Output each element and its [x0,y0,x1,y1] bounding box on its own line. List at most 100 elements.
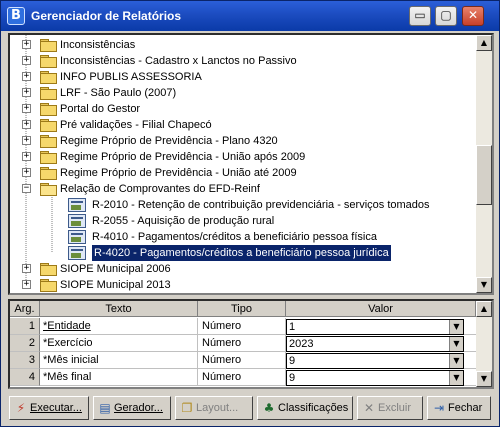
scroll-up-arrow-icon[interactable]: ▲ [476,35,492,51]
close-button[interactable]: ✕ [462,6,484,26]
expand-plus-icon[interactable]: + [22,152,31,161]
fechar-label: Fechar [448,402,483,414]
arg-value-combobox[interactable]: 2023 ▼ [286,336,464,352]
column-header-texto: Texto [40,301,198,317]
window-title: Gerenciador de Relatórios [31,9,182,23]
dropdown-arrow-icon[interactable]: ▼ [449,354,463,368]
arg-value-combobox[interactable]: 9 ▼ [286,353,464,369]
users-icon: ♣ [263,401,275,415]
gerador-button[interactable]: ▤ Gerador... [93,396,171,420]
title-bar[interactable]: B Gerenciador de Relatórios ▭ ▢ ✕ [1,1,499,31]
tree-item[interactable]: R-2010 - Retenção de contribuição previd… [10,197,478,213]
grid-scroll-up-arrow-icon[interactable]: ▲ [476,301,492,317]
classificacoes-label: Classificações [278,402,349,414]
folder-icon [40,167,57,180]
tree-item[interactable]: + Pré validações - Filial Chapecó [10,117,478,133]
tree-item-label: R-4020 - Pagamentos/créditos a beneficiá… [91,244,392,262]
expand-plus-icon[interactable]: + [22,264,31,273]
expand-plus-icon[interactable]: + [22,88,31,97]
layout-icon: ❐ [181,401,193,415]
layout-button[interactable]: ❐ Layout... [175,396,253,420]
folder-icon [40,263,57,276]
tree-item[interactable]: + Portal do Gestor [10,101,478,117]
tree-item[interactable]: + Regime Próprio de Previdência - União a… [10,165,478,181]
grid-scroll-down-arrow-icon[interactable]: ▼ [476,371,492,387]
tree-item[interactable]: + INFO PUBLIS ASSESSORIA [10,69,478,85]
tree-item[interactable]: + SIOPE Municipal 2006 [10,261,478,277]
arg-value-combobox[interactable]: 9 ▼ [286,370,464,386]
tree-item-label: INFO PUBLIS ASSESSORIA [60,71,202,83]
grid-vertical-scrollbar[interactable]: ▲ ▼ [476,301,492,387]
maximize-button[interactable]: ▢ [435,6,457,26]
tree-item[interactable]: R-4020 - Pagamentos/créditos a beneficiá… [10,244,478,262]
report-manager-window: B Gerenciador de Relatórios ▭ ▢ ✕ + Incon… [0,0,500,427]
tree-item-label: R-2010 - Retenção de contribuição previd… [92,199,430,211]
arg-text: *Entidade [40,318,198,335]
tree-item-label: Inconsistências [60,39,136,51]
dropdown-arrow-icon[interactable]: ▼ [449,371,463,385]
folder-icon [40,39,57,52]
collapse-minus-icon[interactable]: − [22,184,31,193]
folder-icon [40,87,57,100]
column-header-arg: Arg. [10,301,40,317]
arg-number: 3 [10,352,40,369]
tree-item-label: Relação de Comprovantes do EFD-Reinf [60,183,260,195]
tree-item[interactable]: + Inconsistências [10,37,478,53]
excluir-label: Excluir [378,402,412,414]
arg-text: *Mês final [40,369,198,386]
dropdown-arrow-icon[interactable]: ▼ [449,320,463,334]
tree-item-label: Regime Próprio de Previdência - União ap… [60,151,306,163]
folder-icon [40,279,57,292]
tree-item[interactable]: R-4010 - Pagamentos/créditos a beneficiá… [10,229,478,245]
arg-type: Número [198,352,286,369]
executar-button[interactable]: ⚡ Executar... [9,396,89,420]
tree-item-label: LRF - São Paulo (2007) [60,87,177,99]
tree-item[interactable]: + LRF - São Paulo (2007) [10,85,478,101]
folder-icon [40,135,57,148]
report-icon [68,198,86,212]
dropdown-arrow-icon[interactable]: ▼ [449,337,463,351]
classificacoes-button[interactable]: ♣ Classificações [257,396,353,420]
fechar-button[interactable]: ⇥ Fechar [427,396,491,420]
tree-item-label: SIOPE Municipal 2013 [60,279,171,291]
exit-door-icon: ⇥ [433,401,445,415]
column-header-valor: Valor [286,301,476,317]
scroll-down-arrow-icon[interactable]: ▼ [476,277,492,293]
tree-vertical-scrollbar[interactable]: ▲ ▼ [476,35,492,293]
arg-value: 2023 [289,338,314,350]
delete-x-icon: ✕ [363,401,375,415]
tree-item[interactable]: + Regime Próprio de Previdência - União a… [10,149,478,165]
tree-item[interactable]: + Inconsistências - Cadastro x Lanctos no… [10,53,478,69]
expand-plus-icon[interactable]: + [22,280,31,289]
expand-plus-icon[interactable]: + [22,120,31,129]
excluir-button[interactable]: ✕ Excluir [357,396,423,420]
tree-item-label: Regime Próprio de Previdência - Plano 43… [60,135,278,147]
expand-plus-icon[interactable]: + [22,104,31,113]
arg-text: *Exercício [40,335,198,352]
tree-item[interactable]: + SIOPE Municipal 2013 [10,277,478,293]
tree-item[interactable]: R-2055 - Aquisição de produção rural [10,213,478,229]
folder-icon [40,119,57,132]
app-icon: B [7,7,25,25]
arg-value-combobox[interactable]: 1 ▼ [286,319,464,335]
arg-type: Número [198,335,286,352]
arg-text: *Mês inicial [40,352,198,369]
tree-item[interactable]: − Relação de Comprovantes do EFD-Reinf [10,181,478,197]
tree-item-label: Regime Próprio de Previdência - União at… [60,167,297,179]
expand-plus-icon[interactable]: + [22,40,31,49]
report-icon [68,246,86,260]
tree-item[interactable]: + Regime Próprio de Previdência - Plano 4… [10,133,478,149]
report-icon [68,230,86,244]
tree-item-label: R-4010 - Pagamentos/créditos a beneficiá… [92,231,377,243]
expand-plus-icon[interactable]: + [22,72,31,81]
arg-value: 9 [289,372,296,384]
scrollbar-thumb[interactable] [476,145,492,205]
minimize-button[interactable]: ▭ [409,6,431,26]
expand-plus-icon[interactable]: + [22,136,31,145]
expand-plus-icon[interactable]: + [22,168,31,177]
report-icon [68,214,86,228]
expand-plus-icon[interactable]: + [22,56,31,65]
arg-value: 9 [289,355,296,367]
report-tree[interactable]: + Inconsistências + Inconsistências - Cadas… [8,33,494,295]
open-folder-icon [40,183,57,196]
